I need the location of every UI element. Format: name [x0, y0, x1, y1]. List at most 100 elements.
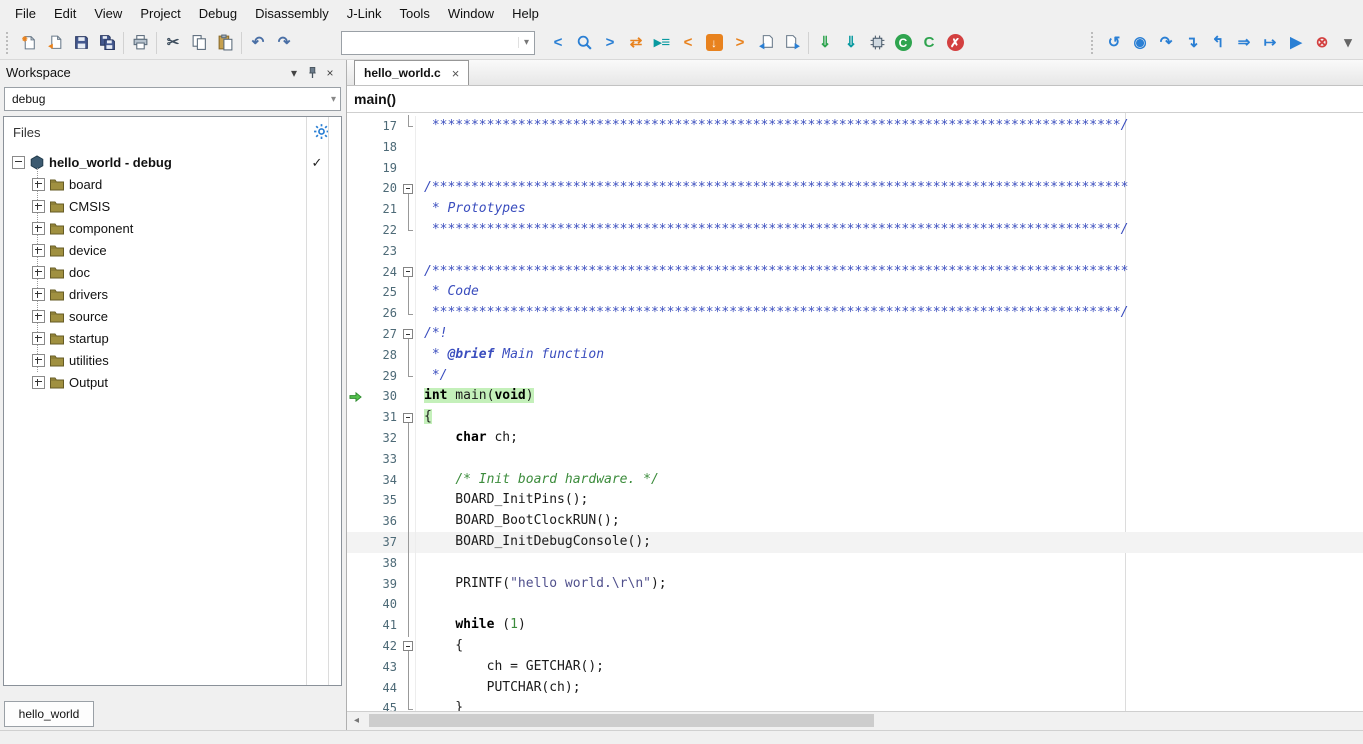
code-line-37[interactable]: 37 BOARD_InitDebugConsole();	[347, 532, 1363, 553]
breakpoint-margin[interactable]	[347, 428, 363, 449]
function-selector-bar[interactable]: main()	[347, 86, 1363, 113]
combo-caret-icon[interactable]: ▾	[518, 37, 534, 48]
breakpoint-margin[interactable]	[347, 116, 363, 137]
navigate-forward-button[interactable]	[779, 30, 805, 56]
chevron-down-icon[interactable]: ▾	[331, 94, 336, 105]
breakpoint-margin[interactable]	[347, 407, 363, 428]
next-bookmark-button[interactable]: >	[727, 30, 753, 56]
breakpoint-margin[interactable]	[347, 594, 363, 615]
code-line-36[interactable]: 36 BOARD_BootClockRUN();	[347, 511, 1363, 532]
run-to-cursor-button[interactable]: ↦	[1257, 30, 1283, 56]
open-document-button[interactable]	[42, 30, 68, 56]
breakpoint-margin[interactable]	[347, 574, 363, 595]
go-to-definition-button[interactable]: ▸≡	[649, 30, 675, 56]
breakpoint-margin[interactable]	[347, 241, 363, 262]
menu-item-window[interactable]: Window	[439, 2, 503, 25]
make-button[interactable]: ⇓	[812, 30, 838, 56]
breakpoint-margin[interactable]	[347, 470, 363, 491]
code-fold-toggle-icon[interactable]	[402, 262, 416, 283]
tab-hello-world-c[interactable]: hello_world.c ×	[354, 60, 469, 85]
breakpoint-margin[interactable]	[347, 449, 363, 470]
find-previous-button[interactable]: <	[545, 30, 571, 56]
reset-button[interactable]: ↺	[1101, 30, 1127, 56]
pin-icon[interactable]	[303, 64, 321, 82]
next-statement-button[interactable]: ⇒	[1231, 30, 1257, 56]
code-line-25[interactable]: 25 * Code	[347, 282, 1363, 303]
code-line-43[interactable]: 43 ch = GETCHAR();	[347, 657, 1363, 678]
step-over-button[interactable]: ↷	[1153, 30, 1179, 56]
tree-item-device[interactable]: device	[6, 239, 301, 261]
step-into-button[interactable]: ↴	[1179, 30, 1205, 56]
new-document-button[interactable]	[16, 30, 42, 56]
code-line-27[interactable]: 27/*!	[347, 324, 1363, 345]
expand-icon[interactable]	[32, 332, 45, 345]
code-line-21[interactable]: 21 * Prototypes	[347, 199, 1363, 220]
tree-item-output[interactable]: Output	[6, 371, 301, 393]
tree-item-project-root[interactable]: hello_world - debug	[6, 151, 301, 173]
breakpoint-margin[interactable]	[347, 366, 363, 387]
breakpoint-margin[interactable]	[347, 511, 363, 532]
tree-item-source[interactable]: source	[6, 305, 301, 327]
step-out-button[interactable]: ↰	[1205, 30, 1231, 56]
code-line-17[interactable]: 17 *************************************…	[347, 116, 1363, 137]
breakpoint-margin[interactable]	[347, 698, 363, 711]
breakpoint-margin[interactable]	[347, 158, 363, 179]
breakpoint-margin[interactable]	[347, 615, 363, 636]
breakpoint-margin[interactable]	[347, 262, 363, 283]
breakpoint-margin[interactable]	[347, 345, 363, 366]
code-line-19[interactable]: 19	[347, 158, 1363, 179]
save-button[interactable]	[68, 30, 94, 56]
expand-icon[interactable]	[32, 288, 45, 301]
navigate-backward-button[interactable]	[753, 30, 779, 56]
break-button[interactable]: ◉	[1127, 30, 1153, 56]
paste-button[interactable]	[212, 30, 238, 56]
stop-debugging-button[interactable]: ⊗	[1309, 30, 1335, 56]
tree-item-component[interactable]: component	[6, 217, 301, 239]
code-line-34[interactable]: 34 /* Init board hardware. */	[347, 470, 1363, 491]
workspace-menu-caret-icon[interactable]: ▾	[285, 64, 303, 82]
save-all-button[interactable]	[94, 30, 120, 56]
breakpoint-margin[interactable]	[347, 553, 363, 574]
expand-icon[interactable]	[32, 310, 45, 323]
tree-item-startup[interactable]: startup	[6, 327, 301, 349]
undo-button[interactable]: ↶	[245, 30, 271, 56]
code-line-23[interactable]: 23	[347, 241, 1363, 262]
scrollbar-thumb[interactable]	[369, 714, 874, 727]
expand-icon[interactable]	[32, 178, 45, 191]
menu-item-disassembly[interactable]: Disassembly	[246, 2, 338, 25]
go-button[interactable]: ▶	[1283, 30, 1309, 56]
toggle-bookmark-button[interactable]: ↓	[701, 30, 727, 56]
expand-icon[interactable]	[32, 244, 45, 257]
print-button[interactable]	[127, 30, 153, 56]
menu-item-help[interactable]: Help	[503, 2, 548, 25]
replace-button[interactable]: ⇄	[623, 30, 649, 56]
code-fold-toggle-icon[interactable]	[402, 178, 416, 199]
menu-item-tools[interactable]: Tools	[390, 2, 438, 25]
workspace-bottom-tab[interactable]: hello_world	[4, 701, 94, 727]
code-fold-toggle-icon[interactable]	[402, 636, 416, 657]
code-line-32[interactable]: 32 char ch;	[347, 428, 1363, 449]
horizontal-scrollbar[interactable]: ◂	[347, 711, 1363, 730]
toolbar-search-combo[interactable]: ▾	[341, 31, 535, 55]
execution-arrow-icon[interactable]	[347, 386, 363, 407]
expand-icon[interactable]	[32, 266, 45, 279]
breakpoint-margin[interactable]	[347, 137, 363, 158]
code-line-44[interactable]: 44 PUTCHAR(ch);	[347, 678, 1363, 699]
close-icon[interactable]: ×	[452, 67, 460, 80]
code-line-42[interactable]: 42 {	[347, 636, 1363, 657]
cstat-analyze-button[interactable]: C	[890, 30, 916, 56]
breakpoint-margin[interactable]	[347, 220, 363, 241]
debug-without-downloading-button[interactable]	[864, 30, 890, 56]
menu-item-project[interactable]: Project	[131, 2, 189, 25]
tree-item-cmsis[interactable]: CMSIS	[6, 195, 301, 217]
toolbar-search-input[interactable]	[342, 34, 518, 52]
code-line-41[interactable]: 41 while (1)	[347, 615, 1363, 636]
breakpoint-margin[interactable]	[347, 532, 363, 553]
tree-item-board[interactable]: board	[6, 173, 301, 195]
menu-item-debug[interactable]: Debug	[190, 2, 246, 25]
cstat-compile-button[interactable]: C	[916, 30, 942, 56]
redo-button[interactable]: ↷	[271, 30, 297, 56]
code-line-45[interactable]: 45 }	[347, 698, 1363, 711]
breakpoint-margin[interactable]	[347, 199, 363, 220]
code-fold-toggle-icon[interactable]	[402, 324, 416, 345]
